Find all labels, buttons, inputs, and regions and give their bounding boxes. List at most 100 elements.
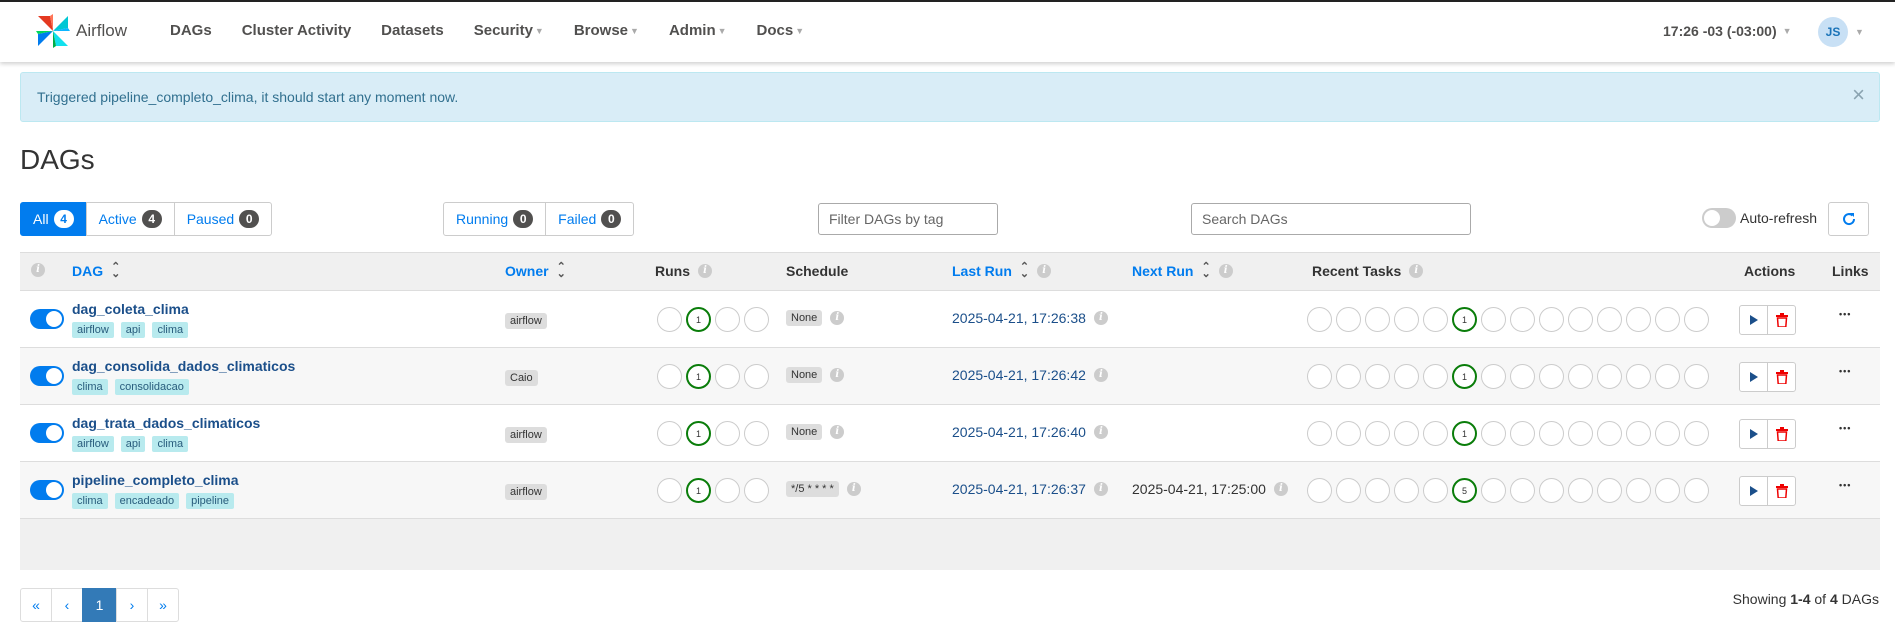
nav-item-cluster-activity[interactable]: Cluster Activity xyxy=(242,22,351,39)
run-state-circle[interactable] xyxy=(715,421,740,446)
nav-item-datasets[interactable]: Datasets xyxy=(381,22,444,39)
header-dag[interactable]: DAG ⌃ ⌄ xyxy=(72,262,120,279)
task-state-circle[interactable] xyxy=(1655,421,1680,446)
dag-link[interactable]: dag_consolida_dados_climaticos xyxy=(72,358,295,374)
filter-running-button[interactable]: Running 0 xyxy=(443,202,547,236)
task-state-circle[interactable] xyxy=(1655,364,1680,389)
task-state-circle[interactable] xyxy=(1655,478,1680,503)
task-state-circle[interactable] xyxy=(1394,478,1419,503)
filter-failed-button[interactable]: Failed 0 xyxy=(545,202,635,236)
task-state-circle[interactable] xyxy=(1684,421,1709,446)
task-state-circle[interactable] xyxy=(1626,421,1651,446)
trigger-dag-button[interactable] xyxy=(1739,362,1768,392)
task-state-circle[interactable] xyxy=(1539,421,1564,446)
owner-badge[interactable]: airflow xyxy=(505,484,547,500)
info-icon[interactable]: i xyxy=(698,264,712,278)
pause-toggle[interactable] xyxy=(30,423,64,443)
nav-item-admin[interactable]: Admin ▼ xyxy=(669,22,727,39)
run-state-circle[interactable]: 1 xyxy=(686,364,711,389)
owner-badge[interactable]: airflow xyxy=(505,313,547,329)
task-state-circle[interactable] xyxy=(1307,421,1332,446)
page-first-button[interactable]: « xyxy=(20,588,52,622)
page-next-button[interactable]: › xyxy=(116,588,148,622)
run-state-circle[interactable] xyxy=(744,307,769,332)
task-state-circle[interactable] xyxy=(1336,364,1361,389)
nav-item-dags[interactable]: DAGs xyxy=(170,22,212,39)
task-state-circle[interactable] xyxy=(1597,478,1622,503)
info-icon[interactable]: i xyxy=(1409,264,1424,278)
schedule-badge[interactable]: None xyxy=(786,424,823,440)
delete-dag-button[interactable] xyxy=(1767,305,1796,335)
pause-toggle[interactable] xyxy=(30,480,64,500)
task-state-circle[interactable]: 1 xyxy=(1452,364,1477,389)
task-state-circle[interactable] xyxy=(1423,307,1448,332)
task-state-circle[interactable] xyxy=(1510,478,1535,503)
task-state-circle[interactable] xyxy=(1510,307,1535,332)
dag-tag[interactable]: clima xyxy=(72,379,108,395)
last-run-link[interactable]: 2025-04-21, 17:26:42 xyxy=(952,367,1086,383)
run-state-circle[interactable] xyxy=(657,421,682,446)
run-state-circle[interactable]: 1 xyxy=(686,421,711,446)
owner-badge[interactable]: airflow xyxy=(505,427,547,443)
info-icon[interactable]: i xyxy=(1093,368,1108,382)
task-state-circle[interactable] xyxy=(1307,364,1332,389)
task-state-circle[interactable] xyxy=(1510,421,1535,446)
run-state-circle[interactable]: 1 xyxy=(686,307,711,332)
dag-tag[interactable]: consolidacao xyxy=(114,379,189,395)
schedule-badge[interactable]: None xyxy=(786,367,823,383)
pause-toggle[interactable] xyxy=(30,366,64,386)
dag-tag[interactable]: clima xyxy=(152,436,189,452)
task-state-circle[interactable] xyxy=(1626,478,1651,503)
task-state-circle[interactable] xyxy=(1394,307,1419,332)
task-state-circle[interactable] xyxy=(1423,421,1448,446)
task-state-circle[interactable] xyxy=(1684,478,1709,503)
delete-dag-button[interactable] xyxy=(1767,362,1796,392)
run-state-circle[interactable]: 1 xyxy=(686,478,711,503)
page-prev-button[interactable]: ‹ xyxy=(51,588,83,622)
task-state-circle[interactable] xyxy=(1336,478,1361,503)
dag-tag[interactable]: airflow xyxy=(72,436,114,452)
dag-tag[interactable]: airflow xyxy=(72,322,114,338)
owner-badge[interactable]: Caio xyxy=(505,370,538,386)
task-state-circle[interactable] xyxy=(1539,478,1564,503)
header-owner[interactable]: Owner ⌃ ⌄ xyxy=(505,262,566,279)
dag-tag[interactable]: api xyxy=(120,322,146,338)
task-state-circle[interactable] xyxy=(1684,364,1709,389)
task-state-circle[interactable] xyxy=(1568,307,1593,332)
info-icon[interactable]: i xyxy=(1218,264,1233,278)
tag-filter-input[interactable] xyxy=(818,203,998,235)
task-state-circle[interactable]: 5 xyxy=(1452,478,1477,503)
task-state-circle[interactable] xyxy=(1568,421,1593,446)
auto-refresh[interactable]: Auto-refresh xyxy=(1702,208,1817,228)
run-state-circle[interactable] xyxy=(657,307,682,332)
task-state-circle[interactable] xyxy=(1336,421,1361,446)
dag-link[interactable]: pipeline_completo_clima xyxy=(72,472,239,488)
info-icon[interactable]: i xyxy=(1273,482,1288,496)
nav-item-docs[interactable]: Docs ▼ xyxy=(757,22,805,39)
more-links-icon[interactable]: ••• xyxy=(1839,366,1851,376)
task-state-circle[interactable] xyxy=(1423,364,1448,389)
task-state-circle[interactable]: 1 xyxy=(1452,421,1477,446)
task-state-circle[interactable] xyxy=(1365,478,1390,503)
task-state-circle[interactable] xyxy=(1597,421,1622,446)
task-state-circle[interactable] xyxy=(1307,478,1332,503)
nav-item-security[interactable]: Security ▼ xyxy=(474,22,544,39)
run-state-circle[interactable] xyxy=(715,364,740,389)
task-state-circle[interactable] xyxy=(1626,307,1651,332)
dag-tag[interactable]: api xyxy=(120,436,146,452)
last-run-link[interactable]: 2025-04-21, 17:26:38 xyxy=(952,310,1086,326)
task-state-circle[interactable] xyxy=(1365,364,1390,389)
run-state-circle[interactable] xyxy=(657,364,682,389)
task-state-circle[interactable] xyxy=(1655,307,1680,332)
task-state-circle[interactable] xyxy=(1626,364,1651,389)
task-state-circle[interactable] xyxy=(1539,307,1564,332)
task-state-circle[interactable] xyxy=(1423,478,1448,503)
task-state-circle[interactable] xyxy=(1307,307,1332,332)
trigger-dag-button[interactable] xyxy=(1739,476,1768,506)
page-last-button[interactable]: » xyxy=(147,588,179,622)
task-state-circle[interactable] xyxy=(1481,364,1506,389)
task-state-circle[interactable] xyxy=(1597,364,1622,389)
info-icon[interactable]: i xyxy=(830,311,845,325)
task-state-circle[interactable]: 1 xyxy=(1452,307,1477,332)
task-state-circle[interactable] xyxy=(1394,421,1419,446)
